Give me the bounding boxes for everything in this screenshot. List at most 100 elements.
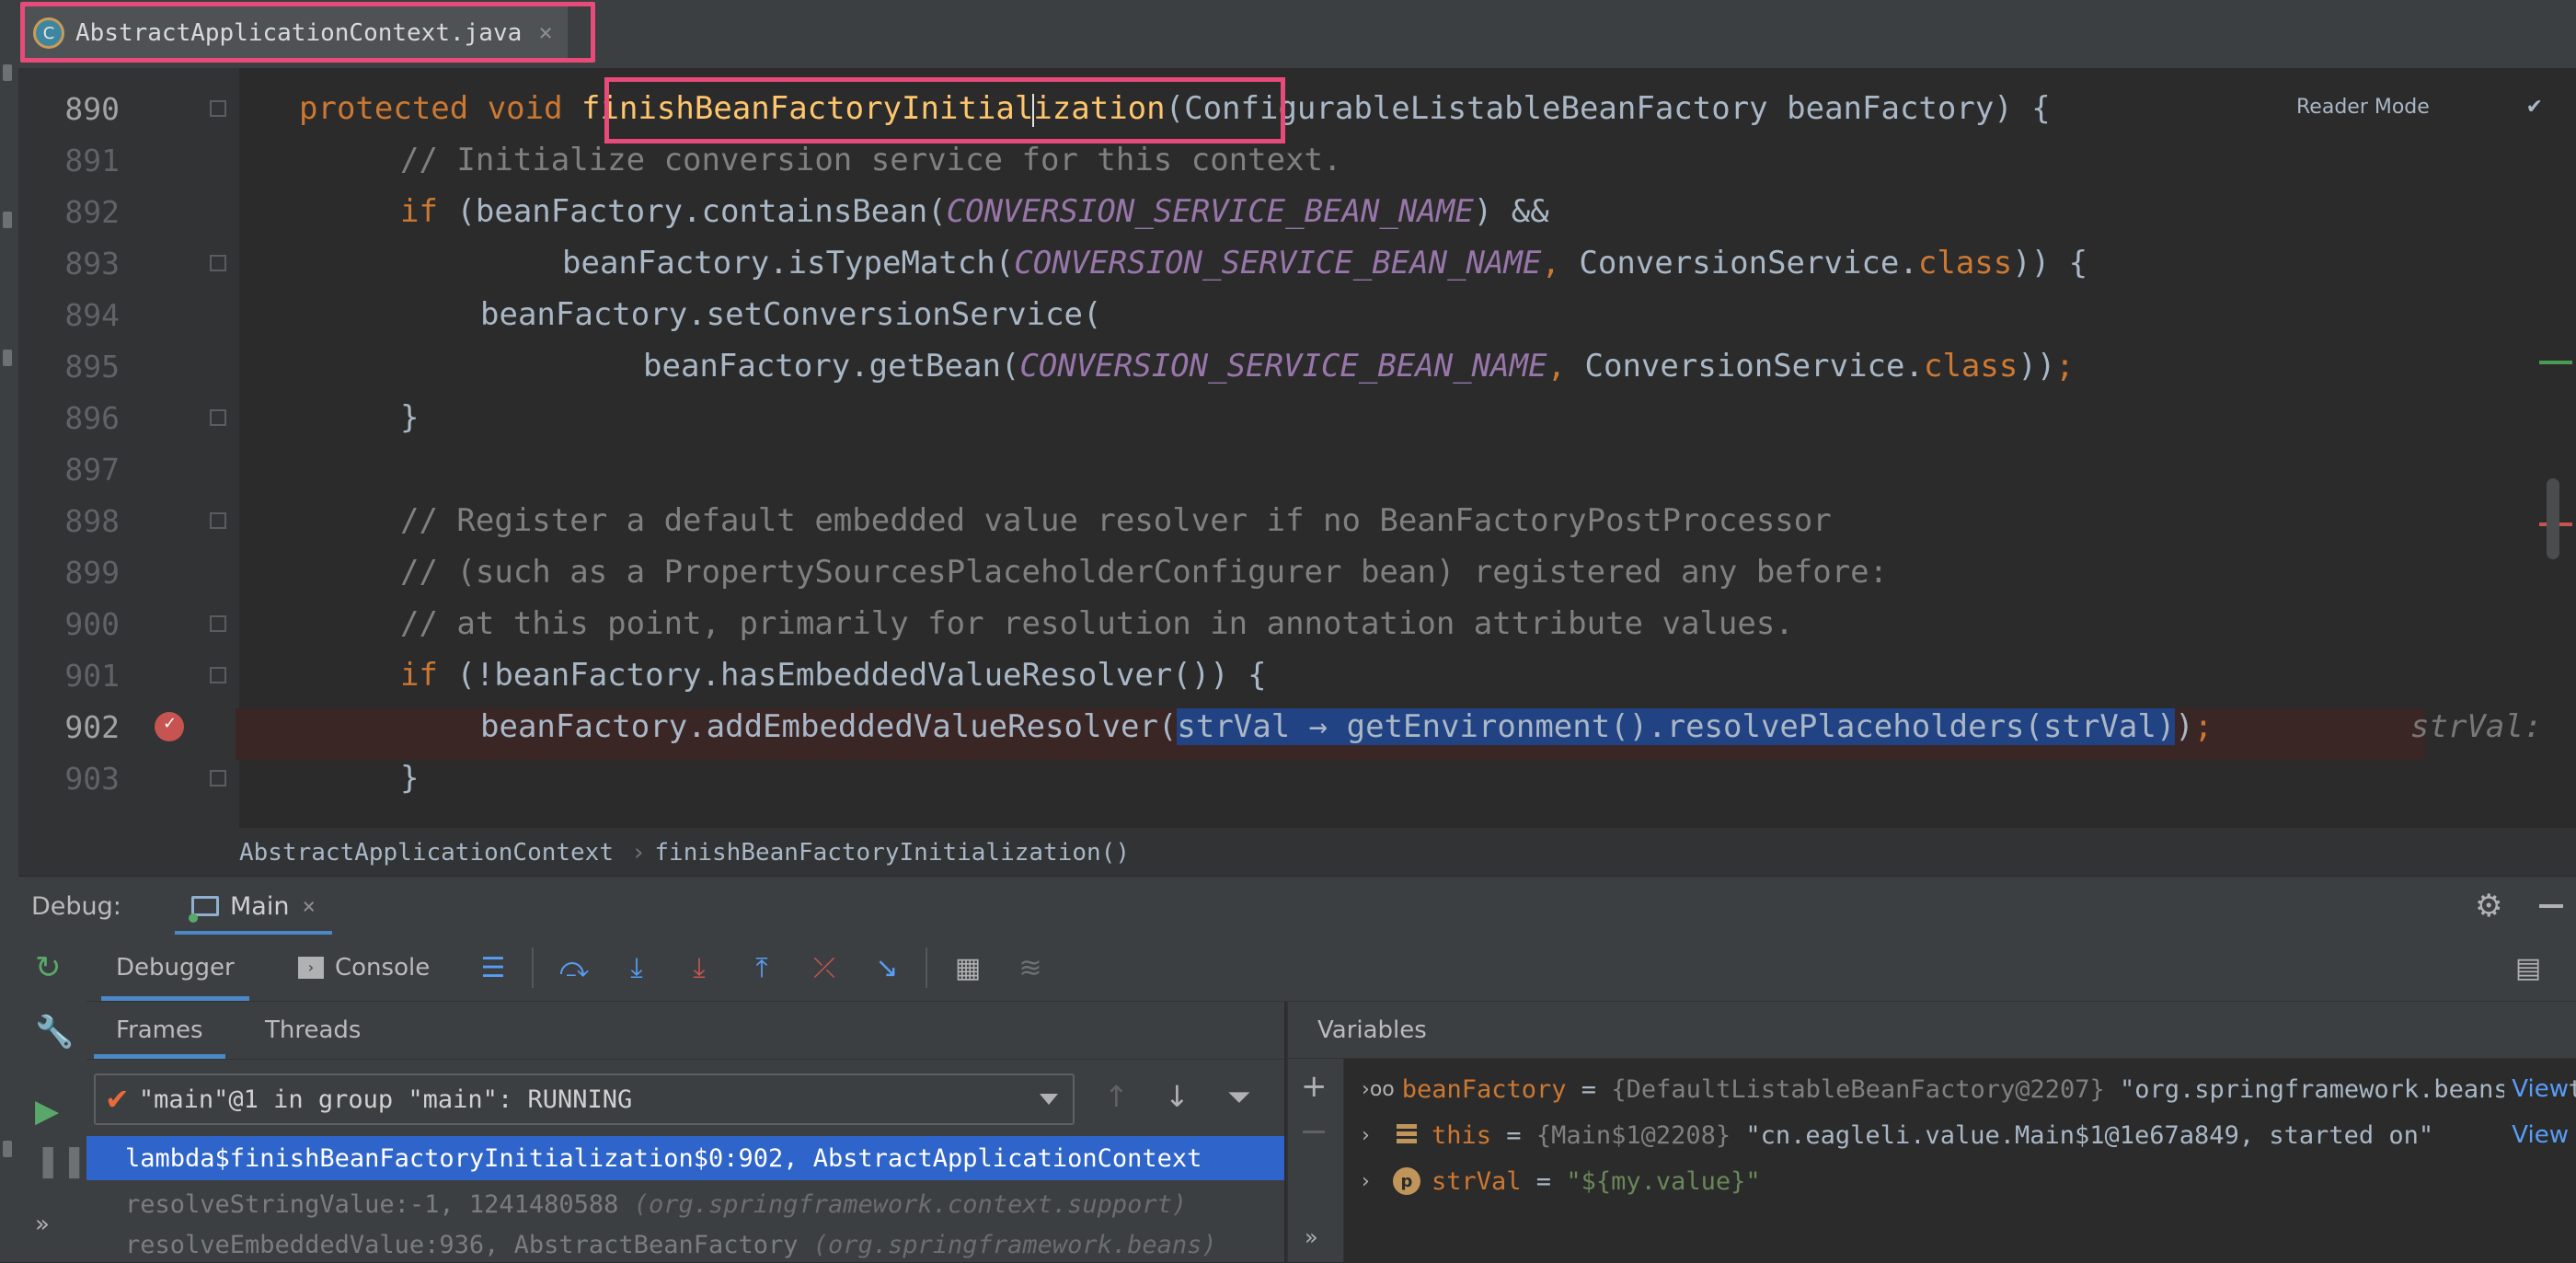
variable-eq: = [1521,1166,1567,1196]
inline-debug-value: strVal: [2410,708,2543,745]
code-line: 890 protected void finishBeanFactoryInit… [18,83,2502,134]
debug-side-toolbar: ↻ 🔧 ▶ ❚❚ » [18,935,87,1262]
toolbar-separator [532,947,534,988]
fold-icon[interactable] [210,667,226,683]
variables-panel: Variables + » › oo beanFactory = {Defaul… [1286,1002,2576,1262]
chevron-right-icon[interactable]: › [1362,1078,1370,1101]
remove-watch-icon[interactable] [1303,1131,1325,1133]
tab-debugger-label: Debugger [116,954,235,982]
code-line: 893 beanFactory.isTypeMatch(CONVERSION_S… [18,237,2502,289]
variable-row[interactable]: › this = {Main$1@2208} "cn.eagleli.value… [1362,1112,2576,1158]
editor-tab-abstract-application-context[interactable]: C AbstractApplicationContext.java × [22,6,568,61]
frame-name: resolveEmbeddedValue:936, AbstractBeanFa… [125,1230,813,1259]
more-tools-icon[interactable]: » [35,1211,50,1238]
check-icon: ✔ [2525,95,2543,119]
editor-scrollbar[interactable] [2547,478,2559,559]
arrow-down-icon[interactable]: ↓ [1165,1079,1190,1114]
evaluate-expression-icon[interactable]: ▦ [951,951,984,984]
variable-row[interactable]: › oo beanFactory = {DefaultListableBeanF… [1362,1066,2576,1112]
layout-settings-icon[interactable]: ▤ [2512,951,2545,984]
frame-row-selected[interactable]: lambda$finishBeanFactoryInitialization$0… [86,1136,1284,1180]
fold-icon[interactable] [210,255,226,271]
drop-frame-icon[interactable]: ⤫ [808,951,841,984]
breakpoint-icon[interactable]: ✓ [155,712,184,741]
code-line: 894 beanFactory.setConversionService( [18,289,2502,340]
breadcrumb-class[interactable]: AbstractApplicationContext [239,839,614,867]
debug-tool-window-header: Debug: Main × ⚙ [18,876,2576,936]
step-over-icon[interactable]: ⤼ [558,951,591,984]
minimize-icon[interactable] [2539,904,2563,908]
step-out-icon[interactable]: ⤒ [745,951,778,984]
close-icon[interactable]: × [538,19,553,47]
tool-window-stripe-3[interactable] [3,350,12,366]
debug-label: Debug: [31,891,121,921]
frame-row[interactable]: resolveStringValue:-1, 1241480588 (org.s… [86,1182,1284,1226]
add-watch-icon[interactable]: + [1301,1068,1328,1105]
line-number: 895 [64,348,120,385]
tab-debugger[interactable]: Debugger [101,935,249,1001]
code-text: (beanFactory.containsBean( [456,193,947,230]
view-link[interactable]: View [2504,1121,2569,1149]
fold-icon[interactable] [210,770,226,787]
fold-icon[interactable] [210,615,226,632]
method-name: finishBeanFactoryInitial [581,90,1034,127]
code-comment: // Register a default embedded value res… [400,502,1832,539]
frame-name: resolveStringValue:-1, 1241480588 [125,1189,634,1219]
code-punct: ; [2055,348,2075,385]
code-line-breakpoint: 902 ✓ beanFactory.addEmbeddedValueResolv… [18,701,2542,752]
variables-header: Variables [1288,1002,2576,1059]
variable-value: "cn.eagleli.value.Main$1@1e67a849, start… [1745,1120,2434,1150]
java-class-icon: C [33,17,64,49]
line-number: 899 [64,554,120,591]
code-line: 896 } [18,392,2502,443]
breadcrumb-method[interactable]: finishBeanFactoryInitialization() [654,839,1130,867]
pause-icon[interactable]: ❚❚ [35,1142,87,1179]
filter-icon[interactable]: ⏷ [1227,1079,1251,1115]
debug-session-label: Main [230,891,290,921]
code-editor[interactable]: Reader Mode ✔ 890 protected void finishB… [18,68,2576,828]
tab-frames-label: Frames [116,1016,203,1044]
code-keyword: if [400,657,457,694]
chevron-right-icon[interactable]: › [1362,1170,1389,1193]
wrench-icon[interactable]: 🔧 [35,1014,74,1051]
line-number: 891 [64,142,120,178]
frame-row[interactable]: resolveEmbeddedValue:936, AbstractBeanFa… [86,1226,1284,1263]
tab-console[interactable]: › Console [298,935,430,1001]
fold-icon[interactable] [210,512,226,529]
code-keyword: class [1923,348,2018,385]
code-constant: CONVERSION_SERVICE_BEAN_NAME [1014,245,1542,281]
resume-icon[interactable]: ▶ [35,1093,59,1130]
variable-row[interactable]: › p strVal = "${my.value}" [1362,1158,2576,1204]
view-link[interactable]: View [2504,1075,2569,1103]
variable-name: strVal [1432,1166,1522,1196]
fold-icon[interactable] [210,409,226,426]
tool-window-stripe-1[interactable] [3,64,12,81]
chevron-right-icon[interactable]: › [1362,1124,1389,1147]
fold-icon[interactable] [210,100,226,117]
layout-list-icon[interactable]: ☰ [477,951,510,984]
trace-stream-icon[interactable]: ≋ [1014,951,1047,984]
code-line: 901 if (!beanFactory.hasEmbeddedValueRes… [18,649,2502,701]
tab-frames[interactable]: Frames [94,1002,225,1059]
tool-window-stripe-2[interactable] [3,212,12,228]
step-into-icon[interactable]: ⤓ [620,951,653,984]
variable-type: {DefaultListableBeanFactory@2207} [1611,1074,2121,1104]
force-step-into-icon[interactable]: ⤓ [683,951,716,984]
frame-package: (org.springframework.context.support) [633,1189,1188,1219]
close-icon[interactable]: × [302,893,315,919]
tool-window-stripe-4[interactable] [3,1141,12,1157]
run-to-cursor-icon[interactable]: ↘ [870,951,903,984]
thread-status-icon: ✔ [105,1082,130,1117]
editor-tab-title: AbstractApplicationContext.java [75,19,523,47]
variables-toolbar: + » [1288,1059,1344,1262]
thread-select-value: "main"@1 in group "main": RUNNING [138,1085,633,1114]
more-icon[interactable]: » [1305,1224,1318,1250]
code-line: 897 [18,443,2502,495]
arrow-up-icon[interactable]: ↑ [1104,1079,1129,1114]
tab-threads[interactable]: Threads [265,1002,361,1059]
thread-select[interactable]: ✔ "main"@1 in group "main": RUNNING [94,1074,1075,1125]
debug-session-tab-main[interactable]: Main × [175,877,332,936]
line-number: 894 [64,296,120,333]
gear-icon[interactable]: ⚙ [2475,888,2502,924]
rerun-icon[interactable]: ↻ [35,949,62,986]
